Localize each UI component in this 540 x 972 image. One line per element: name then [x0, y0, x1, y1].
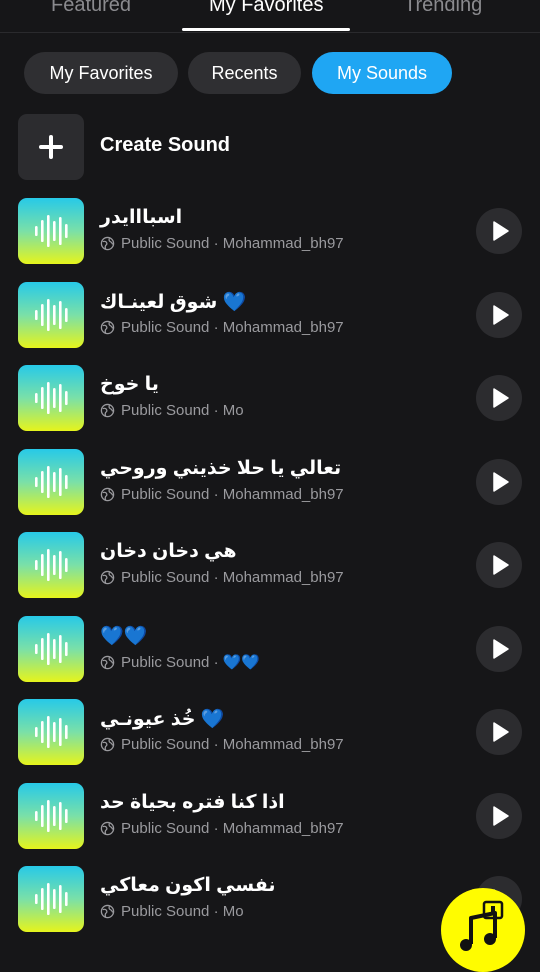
play-icon [493, 555, 509, 575]
sound-subtitle: Public Sound · Mohammad_bh97 [121, 736, 344, 753]
sound-subtitle: Public Sound · Mohammad_bh97 [121, 235, 344, 252]
sound-row[interactable]: يا خوخ Public Sound · Mo [18, 365, 522, 431]
play-icon [493, 305, 509, 325]
create-sound-tile[interactable] [18, 114, 84, 180]
tab-trending[interactable]: Trending [404, 0, 482, 20]
sound-subtitle: Public Sound · 💙💙 [121, 654, 261, 671]
sound-row[interactable]: هي دخان دخان Public Sound · Mohammad_bh97 [18, 532, 522, 598]
globe-icon [100, 570, 115, 585]
globe-icon [100, 403, 115, 418]
sound-thumbnail[interactable] [18, 783, 84, 849]
sound-row[interactable]: شوق لعينـاك 💙 Public Sound · Mohammad_bh9… [18, 282, 522, 348]
sound-meta: Public Sound · Mohammad_bh97 [100, 736, 344, 753]
play-button[interactable] [476, 375, 522, 421]
sound-subtitle: Public Sound · Mohammad_bh97 [121, 569, 344, 586]
chip-my-sounds[interactable]: My Sounds [312, 52, 452, 94]
globe-icon [100, 655, 115, 669]
globe-icon [100, 904, 115, 919]
play-button[interactable] [476, 459, 522, 505]
play-icon [493, 722, 509, 742]
sound-row[interactable]: 💙💙 Public Sound · 💙💙 [18, 616, 522, 682]
sound-meta: Public Sound · Mohammad_bh97 [100, 486, 344, 503]
chip-my-favorites[interactable]: My Favorites [24, 52, 178, 94]
play-icon [493, 639, 509, 659]
sound-meta: Public Sound · Mo [100, 402, 244, 419]
globe-icon [100, 821, 115, 836]
sound-row[interactable]: اسبااايدر Public Sound · Mohammad_bh97 [18, 198, 522, 264]
sound-meta: Public Sound · 💙💙 [100, 653, 260, 671]
play-button[interactable] [476, 626, 522, 672]
sound-title: هي دخان دخان [100, 541, 237, 562]
sound-thumbnail[interactable] [18, 616, 84, 682]
sound-meta: Public Sound · Mohammad_bh97 [100, 569, 344, 586]
play-button[interactable] [476, 793, 522, 839]
sound-title: خُذ عيونـي 💙 [100, 709, 225, 730]
play-icon [493, 472, 509, 492]
tab-my-favorites[interactable]: My Favorites [209, 0, 323, 20]
sound-title: نفسي اكون معاكي [100, 875, 276, 896]
sound-title: اسبااايدر [100, 207, 183, 228]
sound-subtitle: Public Sound · Mohammad_bh97 [121, 820, 344, 837]
sound-thumbnail[interactable] [18, 532, 84, 598]
sound-row[interactable]: خُذ عيونـي 💙 Public Sound · Mohammad_bh97 [18, 699, 522, 765]
globe-icon [100, 737, 115, 752]
sound-thumbnail[interactable] [18, 449, 84, 515]
sound-thumbnail[interactable] [18, 866, 84, 932]
top-tab-bar: Featured My Favorites Trending [0, 0, 540, 32]
tab-featured[interactable]: Featured [51, 0, 131, 20]
sound-thumbnail[interactable] [18, 699, 84, 765]
create-sound-row[interactable]: Create Sound [18, 114, 522, 180]
play-icon [493, 388, 509, 408]
play-button[interactable] [476, 208, 522, 254]
sound-title: اذا كنا فتره بحياة حد [100, 792, 285, 813]
sound-meta: Public Sound · Mohammad_bh97 [100, 820, 344, 837]
sound-row[interactable]: اذا كنا فتره بحياة حد Public Sound · Moha… [18, 783, 522, 849]
tab-divider [0, 32, 540, 33]
sound-subtitle: Public Sound · Mo [121, 402, 244, 419]
sound-title: تعالي يا حلا خذيني وروحي [100, 458, 342, 479]
active-tab-indicator [182, 28, 350, 31]
sound-thumbnail[interactable] [18, 365, 84, 431]
play-button[interactable] [476, 542, 522, 588]
sound-row[interactable]: تعالي يا حلا خذيني وروحي Public Sound · M… [18, 449, 522, 515]
sound-thumbnail[interactable] [18, 282, 84, 348]
sound-meta: Public Sound · Mo [100, 903, 244, 920]
sound-subtitle: Public Sound · Mo [121, 903, 244, 920]
globe-icon [100, 487, 115, 502]
play-button[interactable] [476, 292, 522, 338]
play-button[interactable] [476, 709, 522, 755]
play-icon [493, 221, 509, 241]
play-icon [493, 806, 509, 826]
music-fab-button[interactable] [441, 888, 525, 972]
sound-thumbnail[interactable] [18, 198, 84, 264]
sound-subtitle: Public Sound · Mohammad_bh97 [121, 486, 344, 503]
sound-subtitle: Public Sound · Mohammad_bh97 [121, 319, 344, 336]
create-sound-label: Create Sound [100, 134, 231, 156]
music-note-icon [460, 900, 504, 951]
sound-title: شوق لعينـاك 💙 [100, 292, 247, 313]
sound-title: 💙💙 [100, 626, 148, 647]
globe-icon [100, 236, 115, 251]
sound-meta: Public Sound · Mohammad_bh97 [100, 235, 344, 252]
globe-icon [100, 320, 115, 335]
sound-meta: Public Sound · Mohammad_bh97 [100, 319, 344, 336]
sound-title: يا خوخ [100, 374, 159, 395]
chip-recents[interactable]: Recents [188, 52, 301, 94]
